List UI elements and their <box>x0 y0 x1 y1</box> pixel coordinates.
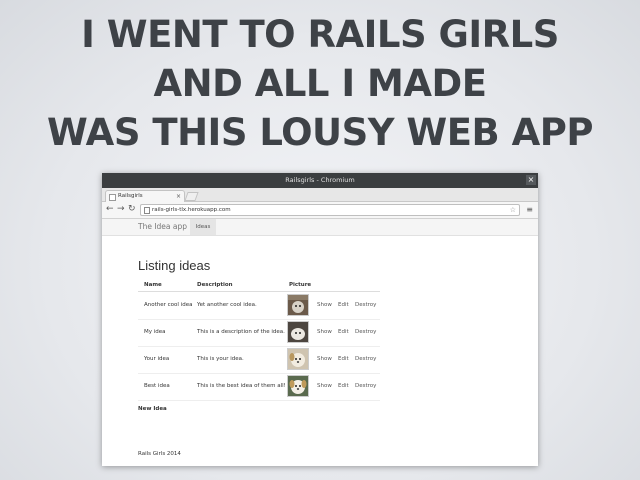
idea-description: This is a description of the idea. <box>197 329 285 335</box>
back-arrow-icon[interactable]: ← <box>106 204 114 215</box>
show-link[interactable]: Show <box>317 355 332 364</box>
edit-link[interactable]: Edit <box>338 328 349 337</box>
page-content: The Idea app Ideas Listing ideas Name De… <box>102 219 538 466</box>
browser-toolbar: ← → ↻ rails-girls-tlx.herokuapp.com ☆ ≡ <box>102 202 538 219</box>
idea-picture <box>287 294 309 316</box>
page-footer: Rails Girls 2014 <box>138 451 181 457</box>
idea-description: Yet another cool idea. <box>197 302 257 308</box>
destroy-link[interactable]: Destroy <box>355 328 376 337</box>
slide-title-line-2: AND ALL I MADE <box>153 62 487 105</box>
column-header-name: Name <box>144 282 162 288</box>
edit-link[interactable]: Edit <box>338 355 349 364</box>
slide-title: I WENT TO RAILS GIRLS AND ALL I MADE WAS… <box>0 10 640 157</box>
show-link[interactable]: Show <box>317 301 332 310</box>
browser-window: Railsgirls - Chromium × Railsgirls × ← →… <box>102 173 538 466</box>
page-favicon-icon <box>109 194 116 201</box>
destroy-link[interactable]: Destroy <box>355 355 376 364</box>
bookmark-star-icon[interactable]: ☆ <box>510 205 516 215</box>
column-header-picture: Picture <box>289 282 312 288</box>
idea-description: This is your idea. <box>197 356 244 362</box>
window-title: Railsgirls - Chromium <box>285 176 355 184</box>
table-row: Another cool idea Yet another cool idea.… <box>138 292 380 320</box>
browser-tab[interactable]: Railsgirls × <box>105 190 185 202</box>
show-link[interactable]: Show <box>317 382 332 391</box>
new-tab-button[interactable] <box>184 192 199 201</box>
edit-link[interactable]: Edit <box>338 382 349 391</box>
slide-title-line-1: I WENT TO RAILS GIRLS <box>81 13 559 56</box>
table-row: Best idea This is the best idea of them … <box>138 373 380 401</box>
slide-title-line-3: WAS THIS LOUSY WEB APP <box>47 111 593 154</box>
page-icon <box>144 207 150 214</box>
idea-description: This is the best idea of them all! <box>197 383 286 389</box>
browser-menu-icon[interactable]: ≡ <box>526 205 533 214</box>
tab-label: Railsgirls <box>118 193 143 199</box>
idea-name: Another cool idea <box>144 302 193 308</box>
app-brand-link[interactable]: The Idea app <box>138 221 187 233</box>
window-close-icon[interactable]: × <box>526 175 536 185</box>
page-title: Listing ideas <box>138 258 211 273</box>
destroy-link[interactable]: Destroy <box>355 301 376 310</box>
app-navbar: The Idea app Ideas <box>102 219 538 236</box>
forward-arrow-icon[interactable]: → <box>117 204 125 215</box>
table-row: My idea This is a description of the ide… <box>138 319 380 347</box>
idea-picture <box>287 348 309 370</box>
window-titlebar[interactable]: Railsgirls - Chromium × <box>102 173 538 188</box>
show-link[interactable]: Show <box>317 328 332 337</box>
idea-picture <box>287 375 309 397</box>
idea-name: Your idea <box>144 356 170 362</box>
reload-icon[interactable]: ↻ <box>128 204 136 215</box>
column-header-description: Description <box>197 282 233 288</box>
table-header: Name Description Picture <box>138 279 380 292</box>
edit-link[interactable]: Edit <box>338 301 349 310</box>
idea-name: Best idea <box>144 383 170 389</box>
address-url[interactable]: rails-girls-tlx.herokuapp.com <box>152 205 231 215</box>
idea-name: My idea <box>144 329 166 335</box>
destroy-link[interactable]: Destroy <box>355 382 376 391</box>
idea-picture <box>287 321 309 343</box>
address-bar[interactable]: rails-girls-tlx.herokuapp.com ☆ <box>140 204 520 216</box>
nav-link-ideas[interactable]: Ideas <box>190 219 216 235</box>
table-row: Your idea This is your idea. Show Edit D… <box>138 346 380 374</box>
tab-strip: Railsgirls × <box>102 188 538 202</box>
tab-close-icon[interactable]: × <box>176 192 181 201</box>
new-idea-link[interactable]: New Idea <box>138 405 167 414</box>
